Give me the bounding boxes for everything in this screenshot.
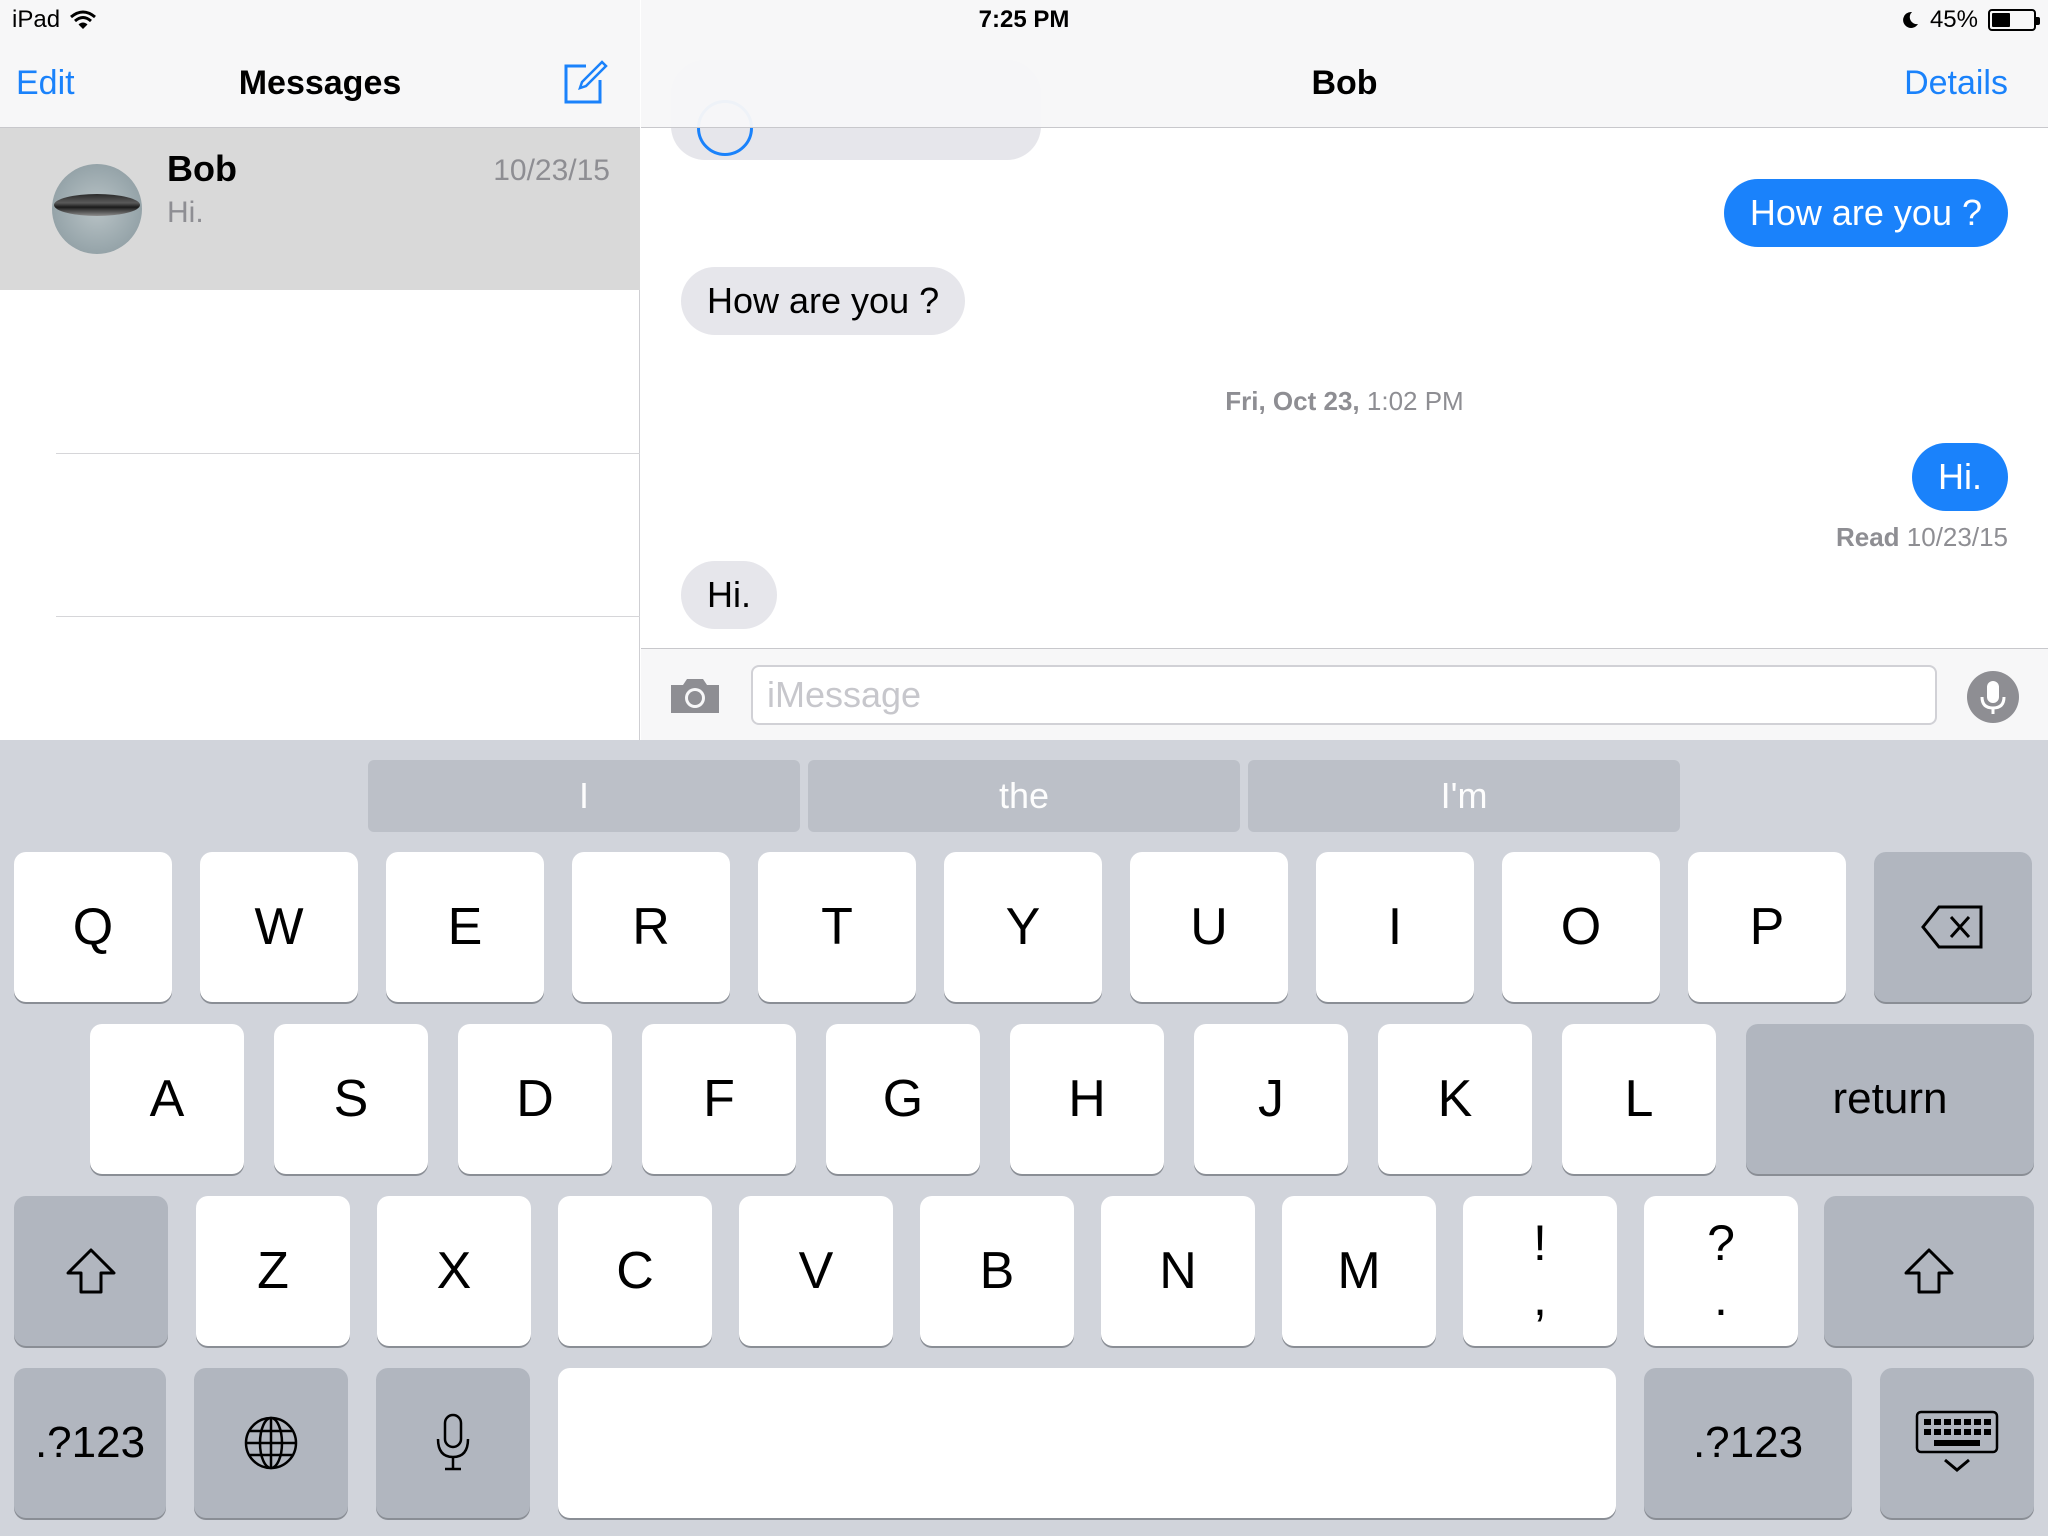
list-divider [56, 453, 640, 454]
key-j[interactable]: J [1194, 1024, 1348, 1174]
dismiss-keyboard-key[interactable] [1880, 1368, 2034, 1518]
key-q[interactable]: Q [14, 852, 172, 1002]
battery-icon [1988, 9, 2040, 31]
key-exclamation-comma[interactable]: ! , [1463, 1196, 1617, 1346]
suggestion-3[interactable]: I'm [1248, 760, 1680, 832]
key-w[interactable]: W [200, 852, 358, 1002]
backspace-key[interactable] [1874, 852, 2032, 1002]
key-o[interactable]: O [1502, 852, 1660, 1002]
key-n[interactable]: N [1101, 1196, 1255, 1346]
chat-title: Bob [1311, 64, 1378, 102]
conversation-date: 10/23/15 [493, 154, 610, 187]
conversation-name: Bob [167, 148, 237, 189]
message-bubble-outgoing[interactable]: Hi. [1912, 443, 2008, 511]
conversation-item-bob[interactable]: Bob 10/23/15 Hi. [0, 128, 640, 290]
message-bubble-incoming[interactable]: How are you ? [681, 267, 966, 335]
key-b[interactable]: B [920, 1196, 1074, 1346]
conversation-list-pane: Edit Messages Bob 10/23/15 Hi. [0, 0, 640, 740]
key-m[interactable]: M [1282, 1196, 1436, 1346]
message-bubble-incoming[interactable]: Hi. [681, 561, 777, 629]
compose-icon[interactable] [560, 58, 608, 106]
message-timestamp: Fri, Oct 23, 1:02 PM [641, 386, 2048, 417]
edit-button[interactable]: Edit [16, 64, 75, 103]
suggestion-1[interactable]: I [368, 760, 800, 832]
battery-fill [1992, 13, 2010, 27]
message-input-bar [641, 648, 2048, 740]
key-i[interactable]: I [1316, 852, 1474, 1002]
camera-icon[interactable] [669, 675, 721, 715]
shift-key-right[interactable] [1824, 1196, 2034, 1346]
return-key[interactable]: return [1746, 1024, 2034, 1174]
avatar [52, 164, 142, 254]
read-label: Read [1835, 522, 1900, 552]
status-right: 45% [1900, 6, 2040, 34]
key-l[interactable]: L [1562, 1024, 1716, 1174]
timestamp-time: 1:02 PM [1366, 386, 1464, 416]
conversation-preview: Hi. [167, 196, 204, 229]
read-date: 10/23/15 [1906, 522, 2008, 552]
details-button[interactable]: Details [1904, 64, 2008, 103]
status-time: 7:25 PM [978, 6, 1070, 33]
key-h[interactable]: H [1010, 1024, 1164, 1174]
space-key[interactable] [558, 1368, 1616, 1518]
key-u[interactable]: U [1130, 852, 1288, 1002]
timestamp-day: Fri, Oct 23, [1225, 386, 1360, 416]
key-comma: , [1533, 1270, 1547, 1326]
status-left: iPad [12, 6, 97, 34]
key-d[interactable]: D [458, 1024, 612, 1174]
list-divider [56, 616, 640, 617]
battery-percent: 45% [1929, 6, 1978, 33]
read-receipt: Read 10/23/15 [1836, 522, 2008, 553]
key-question-period[interactable]: ? . [1644, 1196, 1798, 1346]
numbers-key-right[interactable]: .?123 [1644, 1368, 1852, 1518]
shift-key-left[interactable] [14, 1196, 168, 1346]
microphone-icon [1980, 681, 2006, 714]
key-g[interactable]: G [826, 1024, 980, 1174]
status-bar: iPad 7:25 PM 45% [0, 0, 2048, 40]
key-s[interactable]: S [274, 1024, 428, 1174]
key-period: . [1714, 1270, 1728, 1326]
globe-key[interactable] [194, 1368, 348, 1518]
key-t[interactable]: T [758, 852, 916, 1002]
key-c[interactable]: C [558, 1196, 712, 1346]
dictation-key[interactable] [376, 1368, 530, 1518]
key-a[interactable]: A [90, 1024, 244, 1174]
moon-icon [1903, 11, 1918, 28]
key-x[interactable]: X [377, 1196, 531, 1346]
imessage-input[interactable] [751, 665, 1937, 725]
device-name: iPad [12, 6, 61, 33]
key-k[interactable]: K [1378, 1024, 1532, 1174]
globe-icon [244, 1416, 298, 1470]
wifi-icon [70, 10, 97, 29]
key-p[interactable]: P [1688, 852, 1846, 1002]
keyboard-dismiss-icon [1915, 1410, 1999, 1472]
key-r[interactable]: R [572, 852, 730, 1002]
shift-icon [1904, 1248, 1954, 1294]
key-z[interactable]: Z [196, 1196, 350, 1346]
microphone-icon [436, 1413, 470, 1471]
keyboard: I the I'm Q W E R T Y U I O P A S D F G … [0, 740, 2048, 1536]
messages-title: Messages [238, 64, 402, 102]
key-f[interactable]: F [642, 1024, 796, 1174]
key-e[interactable]: E [386, 852, 544, 1002]
suggestion-2[interactable]: the [808, 760, 1240, 832]
backspace-icon [1921, 905, 1983, 949]
numbers-key-left[interactable]: .?123 [14, 1368, 166, 1518]
message-bubble-outgoing[interactable]: How are you ? [1723, 179, 2008, 247]
key-exclamation: ! [1533, 1215, 1547, 1271]
shift-icon [66, 1248, 116, 1294]
key-v[interactable]: V [739, 1196, 893, 1346]
key-y[interactable]: Y [944, 852, 1102, 1002]
dictation-button[interactable] [1967, 671, 2019, 723]
key-question: ? [1707, 1215, 1735, 1271]
